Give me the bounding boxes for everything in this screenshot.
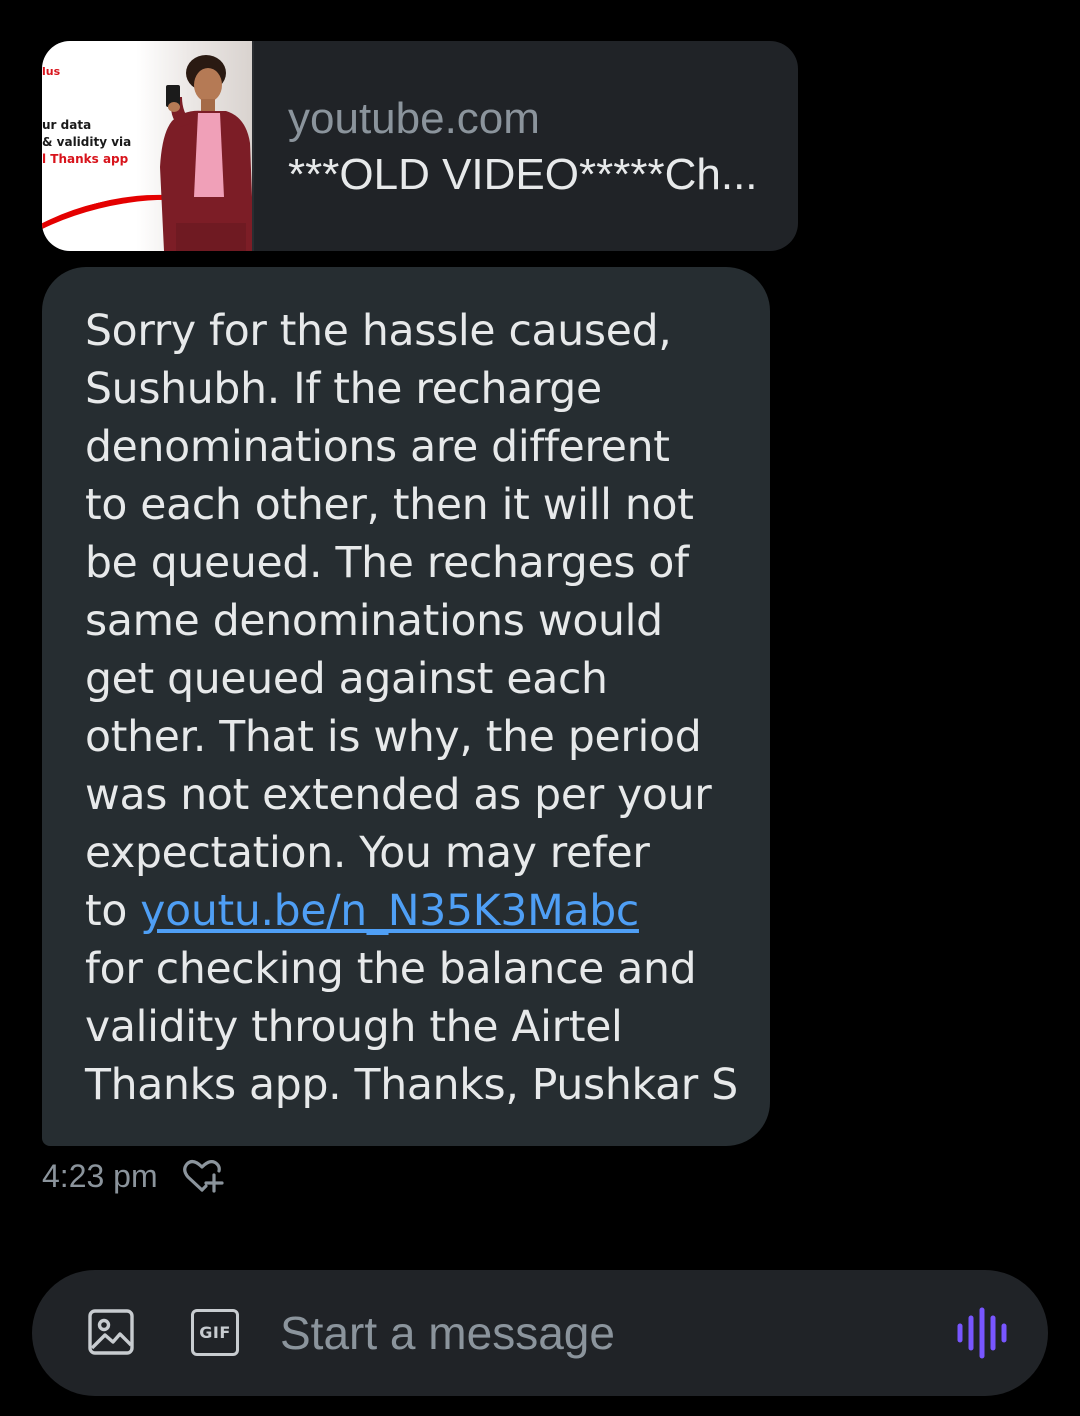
message-line: be queued. The recharges of xyxy=(85,539,689,588)
message-text: Sorry for the hassle caused, Sushubh. If… xyxy=(85,303,755,1115)
promo-line: & validity via xyxy=(42,135,132,149)
promo-line: l Thanks app xyxy=(42,152,129,166)
message-meta: 4:23 pm xyxy=(42,1156,224,1196)
message-composer: GIF xyxy=(32,1270,1048,1396)
link-preview-card[interactable]: lus ur data & validity via l Thanks app xyxy=(42,41,798,251)
message-line: other. That is why, the period xyxy=(85,713,702,762)
link-thumbnail: lus ur data & validity via l Thanks app xyxy=(42,41,254,251)
message-line: Sushubh. If the recharge xyxy=(85,365,602,414)
thumbnail-brand-text: lus xyxy=(42,65,61,78)
message-line-with-link: to youtu.be/n_N35K3Mabc xyxy=(85,883,755,941)
gif-label: GIF xyxy=(199,1323,231,1342)
message-line: to each other, then it will not xyxy=(85,481,694,530)
image-icon[interactable] xyxy=(87,1308,135,1356)
thumbnail-person-illustration xyxy=(160,55,252,251)
thumbnail-promo-text: ur data & validity via l Thanks app xyxy=(42,117,131,168)
voice-waveform-icon[interactable] xyxy=(954,1306,1010,1360)
message-line: was not extended as per your xyxy=(85,771,712,820)
message-bubble[interactable]: Sorry for the hassle caused, Sushubh. If… xyxy=(42,267,770,1146)
message-line: same denominations would xyxy=(85,597,663,646)
message-line: for checking the balance and xyxy=(85,945,697,994)
message-link[interactable]: youtu.be/n_N35K3Mabc xyxy=(140,887,639,936)
heart-plus-icon[interactable] xyxy=(180,1156,224,1196)
message-line: expectation. You may refer xyxy=(85,829,650,878)
gif-icon[interactable]: GIF xyxy=(191,1309,239,1356)
message-input[interactable] xyxy=(280,1303,920,1363)
link-title: ***OLD VIDEO*****Ch... xyxy=(288,150,758,199)
message-timestamp: 4:23 pm xyxy=(42,1158,158,1194)
link-preview-text: youtube.com ***OLD VIDEO*****Ch... xyxy=(254,41,758,251)
message-line: Sorry for the hassle caused, xyxy=(85,307,672,356)
link-prefix: to xyxy=(85,887,141,936)
message-line: Thanks app. Thanks, Pushkar S xyxy=(85,1061,738,1110)
message-line: denominations are different xyxy=(85,423,670,472)
link-domain: youtube.com xyxy=(288,94,540,143)
message-line: get queued against each xyxy=(85,655,608,704)
message-line: validity through the Airtel xyxy=(85,1003,623,1052)
dm-conversation-screen: lus ur data & validity via l Thanks app xyxy=(0,0,1080,1416)
promo-line: ur data xyxy=(42,118,92,132)
